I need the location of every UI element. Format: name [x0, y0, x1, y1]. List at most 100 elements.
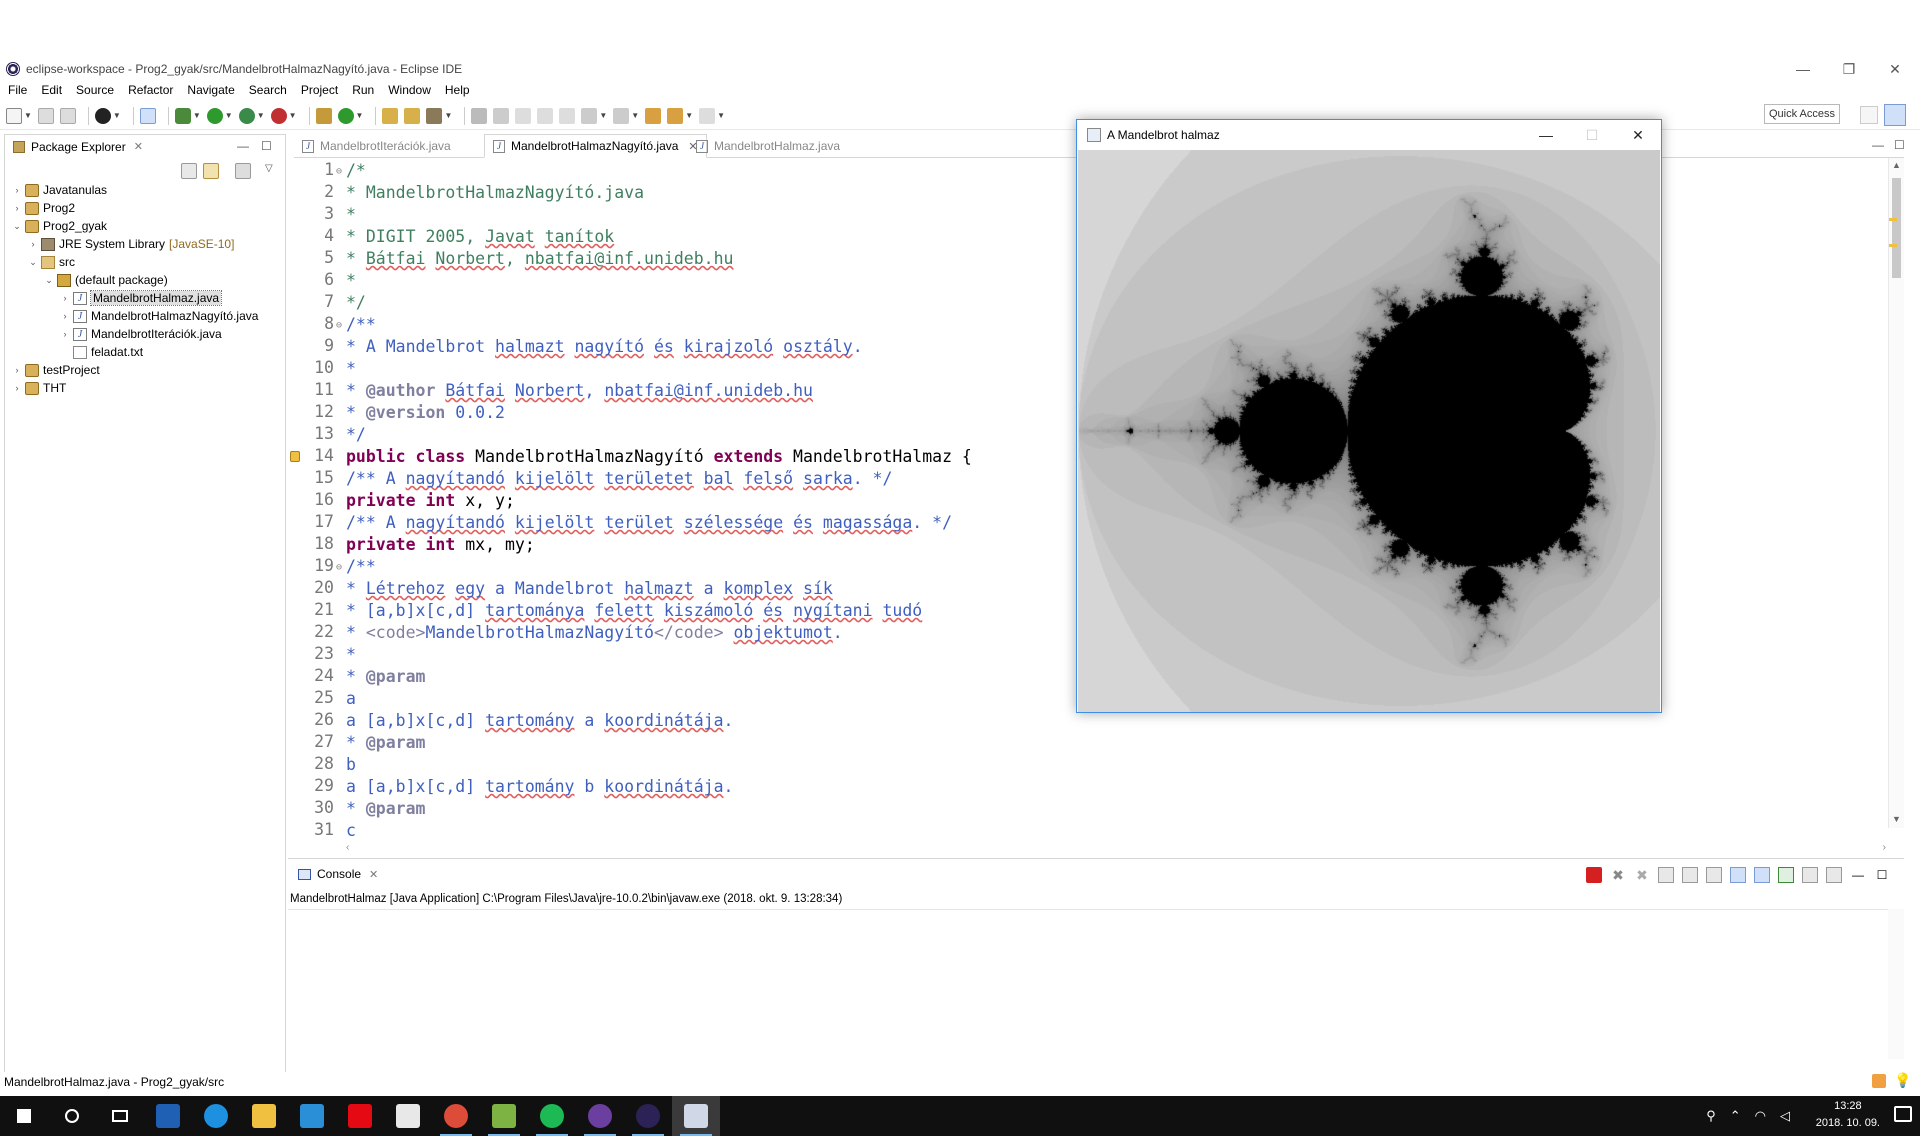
mandelbrot-canvas[interactable]	[1078, 150, 1660, 712]
mail-icon[interactable]	[384, 1096, 432, 1136]
minimize-button[interactable]: —	[1780, 57, 1826, 81]
code-line[interactable]: * @param	[346, 732, 425, 754]
debug-perspective-dropdown-icon[interactable]: ▼	[113, 111, 121, 120]
app-b-icon[interactable]	[144, 1096, 192, 1136]
code-line[interactable]: * DIGIT 2005, Javat tanítok	[346, 226, 614, 248]
next-annotation-icon[interactable]	[581, 107, 598, 124]
tree-item[interactable]: › J MandelbrotHalmazNagyító.java	[59, 307, 259, 325]
minimize-button[interactable]: —	[1523, 120, 1569, 150]
search-icon[interactable]	[48, 1096, 96, 1136]
scroll-lock-icon[interactable]	[1682, 867, 1698, 883]
close-icon[interactable]: ✕	[134, 140, 143, 153]
code-line[interactable]: * A Mandelbrot halmazt nagyító és kirajz…	[346, 336, 863, 358]
new-dropdown-icon[interactable]: ▼	[24, 111, 32, 120]
code-line[interactable]: * Bátfai Norbert, nbatfai@inf.unideb.hu	[346, 248, 733, 270]
debug-icon[interactable]	[174, 107, 191, 124]
code-line[interactable]: *	[346, 644, 356, 666]
file-explorer-icon[interactable]	[240, 1096, 288, 1136]
last-edit-location-icon[interactable]	[645, 107, 662, 124]
back-icon[interactable]	[667, 107, 684, 124]
volume-icon[interactable]: ◁	[1780, 1108, 1790, 1124]
menu-window[interactable]: Window	[388, 83, 431, 97]
previous-annotation-dropdown-icon[interactable]: ▼	[631, 111, 639, 120]
show-hidden-icons-icon[interactable]: ⌃	[1730, 1108, 1741, 1124]
code-line[interactable]: * Létrehoz egy a Mandelbrot halmazt a ko…	[346, 578, 833, 600]
code-line[interactable]: /**	[346, 556, 376, 578]
notepad-icon[interactable]	[480, 1096, 528, 1136]
console-tab[interactable]: Console ✕	[292, 863, 384, 885]
scroll-down-icon[interactable]: ▼	[1892, 814, 1901, 824]
expanded-arrow-icon[interactable]: ⌄	[43, 275, 55, 286]
new-java-package-icon[interactable]	[315, 107, 332, 124]
search-tool-icon[interactable]	[426, 107, 443, 124]
netflix-icon[interactable]	[336, 1096, 384, 1136]
menu-source[interactable]: Source	[76, 83, 114, 97]
new-java-class-dropdown-icon[interactable]: ▼	[356, 111, 364, 120]
restore-button[interactable]: ❐	[1826, 57, 1872, 81]
open-task-icon[interactable]	[404, 107, 421, 124]
clear-console-icon[interactable]	[1658, 867, 1674, 883]
debug-dropdown-icon[interactable]: ▼	[193, 111, 201, 120]
new-icon[interactable]	[6, 107, 22, 124]
external-tools-dropdown-icon[interactable]: ▼	[289, 111, 297, 120]
open-type-icon[interactable]	[382, 107, 399, 124]
code-line[interactable]: /** A nagyítandó kijelölt terület széles…	[346, 512, 952, 534]
display-selected-console-icon[interactable]	[1802, 867, 1818, 883]
action-center-icon[interactable]	[1894, 1106, 1912, 1122]
skip-breakpoints-icon[interactable]	[139, 107, 156, 124]
taskbar-clock[interactable]: 13:28 2018. 10. 09.	[1816, 1098, 1880, 1132]
next-annotation-dropdown-icon[interactable]: ▼	[599, 111, 607, 120]
menu-project[interactable]: Project	[301, 83, 338, 97]
code-line[interactable]: * @author Bátfai Norbert, nbatfai@inf.un…	[346, 380, 813, 402]
scroll-left-icon[interactable]: ‹	[346, 842, 349, 853]
spotify-icon[interactable]	[528, 1096, 576, 1136]
link-with-editor-icon[interactable]	[203, 163, 219, 179]
code-line[interactable]: /*	[346, 160, 366, 182]
pin-console-icon[interactable]	[1778, 867, 1794, 883]
code-line[interactable]: * <code>MandelbrotHalmazNagyító</code> o…	[346, 622, 843, 644]
edge-icon[interactable]	[192, 1096, 240, 1136]
coverage-icon[interactable]	[238, 107, 255, 124]
code-line[interactable]: c	[346, 820, 356, 842]
collapsed-arrow-icon[interactable]: ›	[11, 203, 23, 213]
run-icon[interactable]	[206, 107, 223, 124]
toggle-mark-occurrences-icon[interactable]	[515, 107, 532, 124]
collapsed-arrow-icon[interactable]: ›	[59, 311, 71, 321]
tip-bulb-icon[interactable]: 💡	[1894, 1072, 1911, 1089]
fold-toggle-icon[interactable]: ⊖	[336, 166, 342, 177]
menu-help[interactable]: Help	[445, 83, 470, 97]
remove-all-terminated-icon[interactable]: ✖	[1634, 867, 1650, 883]
code-line[interactable]: b	[346, 754, 356, 776]
run-dropdown-icon[interactable]: ▼	[225, 111, 233, 120]
tree-item[interactable]: ⌄ Prog2_gyak	[11, 217, 107, 235]
menu-run[interactable]: Run	[352, 83, 374, 97]
back-dropdown-icon[interactable]: ▼	[685, 111, 693, 120]
collapse-all-icon[interactable]	[181, 163, 197, 179]
remove-launch-icon[interactable]: ✖	[1610, 867, 1626, 883]
fold-toggle-icon[interactable]: ⊖	[336, 320, 342, 331]
tree-item[interactable]: › JRE System Library [JavaSE-10]	[27, 235, 235, 253]
previous-annotation-icon[interactable]	[613, 107, 630, 124]
code-line[interactable]: *	[346, 358, 356, 380]
tree-item[interactable]: › Prog2	[11, 199, 76, 217]
tree-item[interactable]: › THT	[11, 379, 67, 397]
rss-icon[interactable]	[1872, 1074, 1886, 1088]
warning-marker-icon[interactable]	[290, 451, 300, 462]
tree-item[interactable]: ⌄ src	[27, 253, 75, 271]
code-line[interactable]: /** A nagyítandó kijelölt területet bal …	[346, 468, 892, 490]
fold-toggle-icon[interactable]: ⊖	[336, 562, 342, 573]
forward-icon[interactable]	[699, 107, 716, 124]
code-line[interactable]: public class MandelbrotHalmazNagyító ext…	[346, 446, 972, 468]
show-console-on-stderr-icon[interactable]	[1754, 867, 1770, 883]
eclipse-icon[interactable]	[624, 1096, 672, 1136]
menu-search[interactable]: Search	[249, 83, 287, 97]
collapsed-arrow-icon[interactable]: ›	[27, 239, 39, 249]
menu-edit[interactable]: Edit	[41, 83, 62, 97]
menu-refactor[interactable]: Refactor	[128, 83, 173, 97]
code-line[interactable]: private int x, y;	[346, 490, 515, 512]
show-whitespace-icon[interactable]	[559, 107, 576, 124]
code-line[interactable]: /**	[346, 314, 376, 336]
tree-item[interactable]: feladat.txt	[59, 343, 143, 361]
forward-dropdown-icon[interactable]: ▼	[717, 111, 725, 120]
maximize-editor-icon[interactable]: ☐	[1894, 138, 1905, 152]
